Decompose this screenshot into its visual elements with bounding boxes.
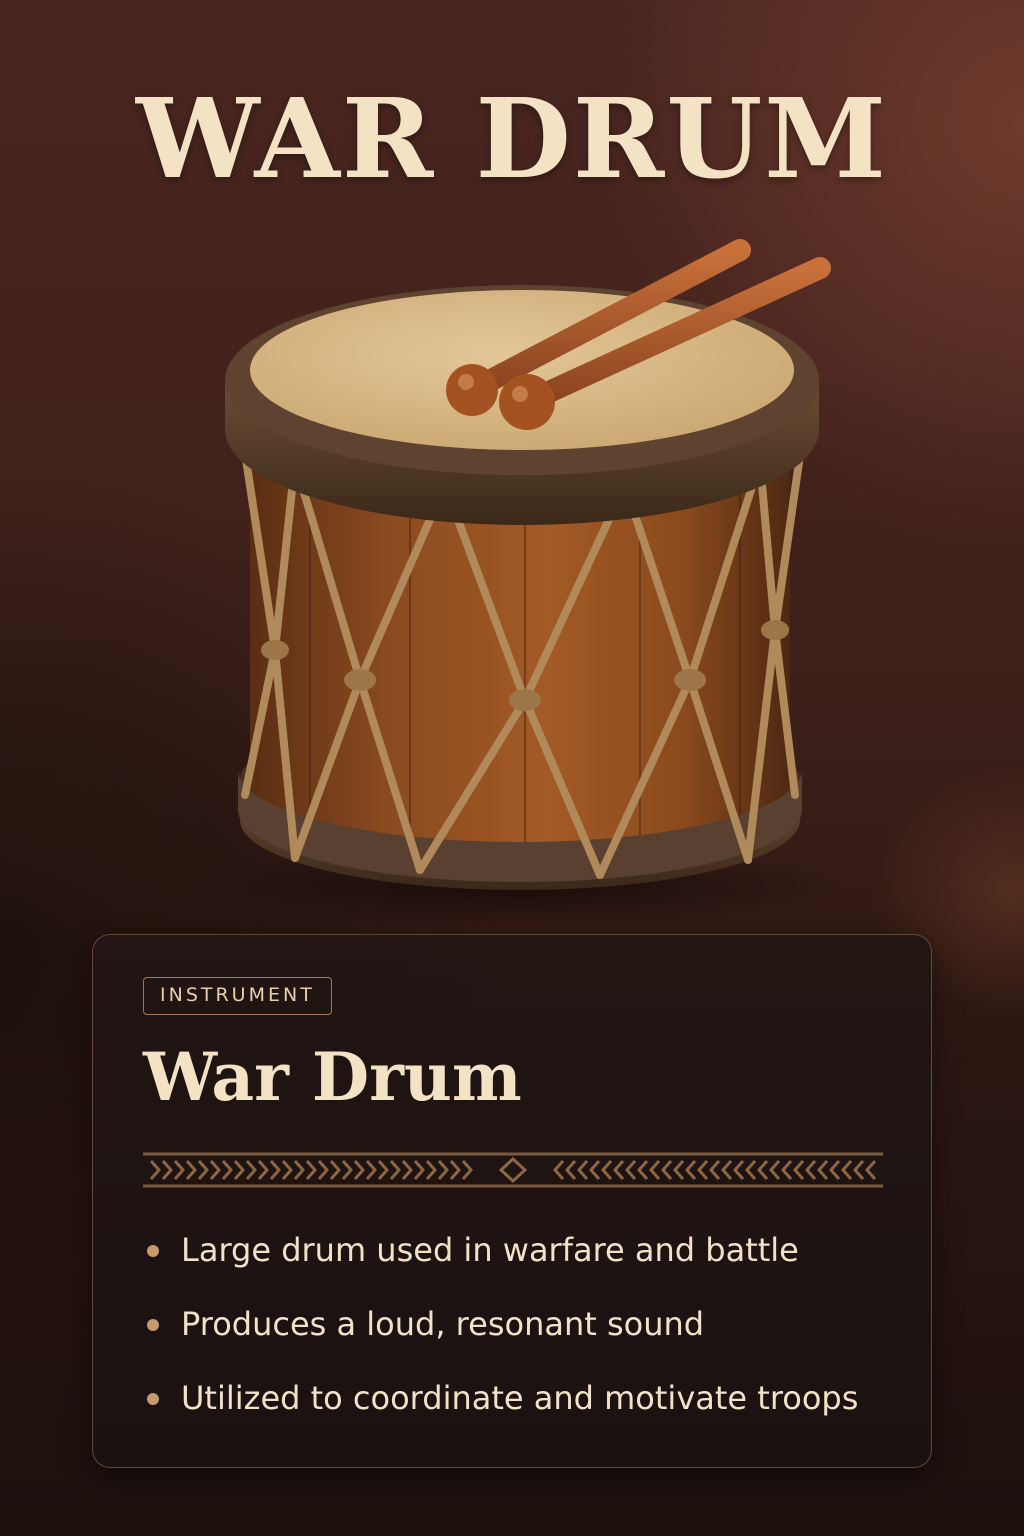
feature-list: Large drum used in warfare and battle Pr… — [143, 1225, 858, 1447]
card-title: War Drum — [143, 1038, 522, 1116]
category-badge: INSTRUMENT — [143, 977, 332, 1015]
feature-text: Large drum used in warfare and battle — [181, 1231, 799, 1269]
list-item: Large drum used in warfare and battle — [143, 1225, 858, 1299]
page: { "page": { "title": "WAR DRUM" }, "illu… — [0, 0, 1024, 1536]
list-item: Produces a loud, resonant sound — [143, 1299, 858, 1373]
bullet-icon — [147, 1319, 159, 1331]
bullet-icon — [147, 1245, 159, 1257]
war-drum-illustration — [200, 239, 850, 927]
info-card: INSTRUMENT War Drum Large drum used in w… — [92, 934, 932, 1468]
page-title: WAR DRUM — [135, 74, 889, 203]
feature-text: Produces a loud, resonant sound — [181, 1305, 705, 1343]
list-item: Utilized to coordinate and motivate troo… — [143, 1373, 858, 1447]
bullet-icon — [147, 1393, 159, 1405]
feature-text: Utilized to coordinate and motivate troo… — [181, 1379, 859, 1417]
ornament-divider — [143, 1152, 883, 1188]
